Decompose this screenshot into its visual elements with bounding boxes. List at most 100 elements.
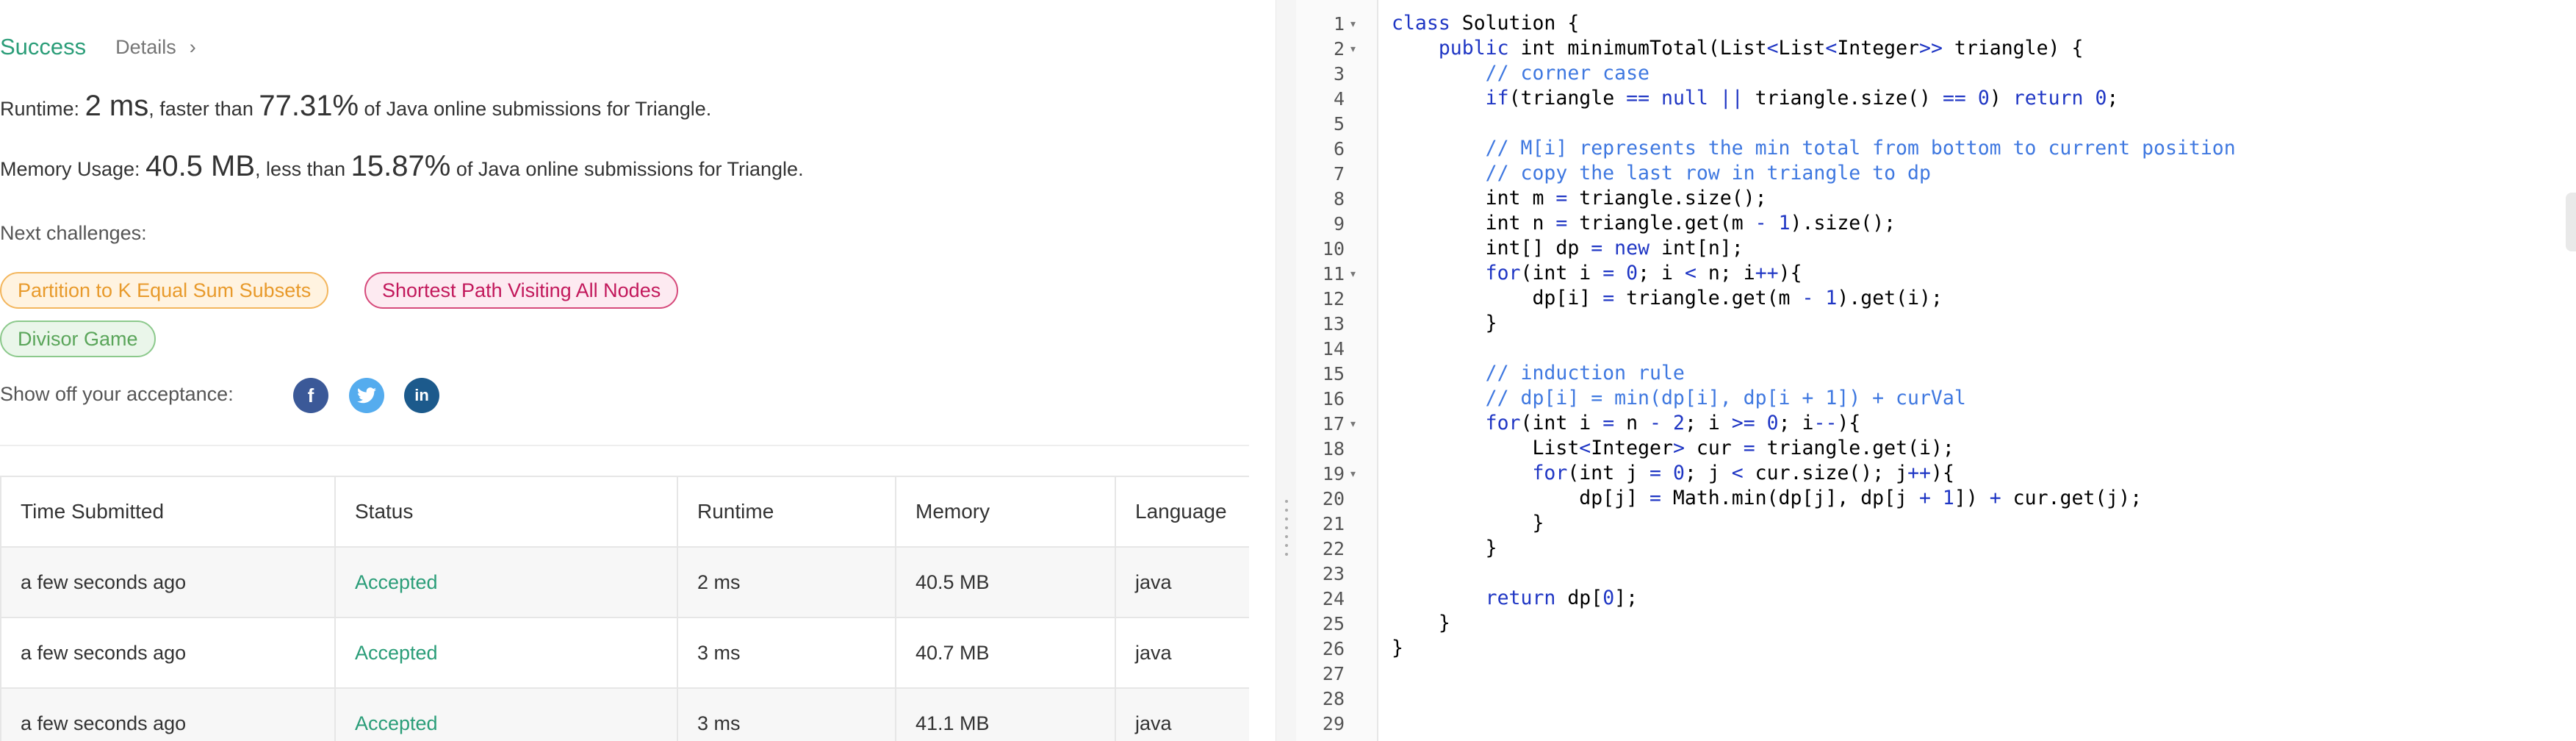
runtime-label: Runtime: [0, 98, 80, 120]
line-number-gutter: 1 ▾ 2 ▾ 3 4 5 6 7 8 9 10 11 ▾ 12 13 14 15 16 17 ▾ 18 19 ▾ 20 21 22… [1296, 0, 1378, 741]
fold-arrow-icon[interactable]: ▾ [1350, 468, 1356, 480]
code-line[interactable]: public int minimumTotal(List<List<Intege… [1392, 37, 2084, 60]
runtime-percent: 77.31% [259, 90, 359, 122]
submissions-table: Time Submitted Status Runtime Memory Lan… [0, 476, 1249, 741]
code-line[interactable]: // M[i] represents the min total from bo… [1392, 137, 2236, 160]
line-number: 14 [1322, 338, 1345, 359]
memory-stat: Memory Usage: 40.5 MB, less than 15.87% … [0, 150, 804, 183]
runtime-value: 2 ms [84, 90, 149, 122]
code-line[interactable]: for(int j = 0; j < cur.size(); j++){ [1392, 462, 1954, 484]
cell-status-link[interactable]: Accepted [336, 548, 678, 617]
code-line[interactable]: for(int i = 0; i < n; i++){ [1392, 262, 1802, 284]
code-line[interactable]: } [1392, 312, 1497, 334]
twitter-icon[interactable] [349, 378, 384, 413]
code-line[interactable]: } [1392, 537, 1497, 559]
line-number: 25 [1322, 613, 1345, 634]
line-number: 26 [1322, 638, 1345, 659]
runtime-stat: Runtime: 2 ms, faster than 77.31% of Jav… [0, 90, 711, 123]
line-number: 29 [1322, 713, 1345, 734]
code-line[interactable]: } [1392, 512, 1544, 534]
table-row: a few seconds ago Accepted 2 ms 40.5 MB … [1, 548, 1249, 618]
table-row: a few seconds ago Accepted 3 ms 41.1 MB … [1, 689, 1249, 741]
runtime-mid: , faster than [148, 98, 253, 120]
code-line[interactable]: // corner case [1392, 62, 1649, 85]
cell-runtime: 3 ms [678, 689, 896, 741]
cell-status-link[interactable]: Accepted [336, 689, 678, 741]
drag-dot [1285, 526, 1288, 529]
line-number: 3 [1333, 63, 1345, 85]
memory-mid: , less than [255, 158, 346, 180]
line-number: 1 [1333, 13, 1345, 35]
cell-memory: 40.5 MB [896, 548, 1116, 617]
code-line[interactable]: if(triangle == null || triangle.size() =… [1392, 87, 2119, 110]
code-line[interactable]: } [1392, 612, 1450, 634]
twitter-bird-glyph [357, 387, 376, 404]
line-number: 22 [1322, 538, 1345, 559]
line-number: 28 [1322, 688, 1345, 709]
challenge-tag-shortest-path[interactable]: Shortest Path Visiting All Nodes [364, 272, 679, 309]
code-line[interactable]: // copy the last row in triangle to dp [1392, 162, 1931, 185]
code-line[interactable]: int n = triangle.get(m - 1).size(); [1392, 212, 1896, 235]
line-number: 19 [1322, 463, 1345, 484]
line-number: 27 [1322, 663, 1345, 684]
code-line[interactable]: dp[i] = triangle.get(m - 1).get(i); [1392, 287, 1943, 309]
result-header: Success Details › [0, 32, 196, 62]
memory-suffix: of Java online submissions for Triangle. [456, 158, 804, 180]
challenge-tag-partition[interactable]: Partition to K Equal Sum Subsets [0, 272, 329, 309]
line-number: 7 [1333, 163, 1345, 185]
line-number: 5 [1333, 113, 1345, 135]
table-header-row: Time Submitted Status Runtime Memory Lan… [1, 477, 1249, 548]
fold-arrow-icon[interactable]: ▾ [1350, 43, 1356, 55]
side-panel-tab[interactable] [2566, 193, 2576, 251]
cell-language: java [1135, 641, 1172, 664]
memory-value: 40.5 MB [145, 150, 256, 182]
linkedin-icon[interactable]: in [404, 378, 439, 413]
chevron-right-icon[interactable]: › [190, 36, 196, 59]
cell-status-link[interactable]: Accepted [336, 618, 678, 687]
line-number: 17 [1322, 413, 1345, 434]
cell-memory: 40.7 MB [896, 618, 1116, 687]
panel-resize-handle[interactable] [1276, 0, 1298, 741]
cell-time: a few seconds ago [1, 548, 336, 617]
challenge-tag-divisor-game[interactable]: Divisor Game [0, 321, 156, 357]
col-header-time[interactable]: Time Submitted [1, 477, 336, 546]
line-number: 8 [1333, 188, 1345, 210]
code-line[interactable]: } [1392, 637, 1403, 659]
line-number: 2 [1333, 38, 1345, 60]
code-line[interactable]: return dp[0]; [1392, 587, 1638, 609]
fold-arrow-icon[interactable]: ▾ [1350, 268, 1356, 280]
col-header-runtime[interactable]: Runtime [678, 477, 896, 546]
code-line[interactable]: for(int i = n - 2; i >= 0; i--){ [1392, 412, 1861, 434]
code-line[interactable]: int[] dp = new int[n]; [1392, 237, 1744, 259]
col-header-status[interactable]: Status [336, 477, 678, 546]
line-number: 11 [1322, 263, 1345, 284]
fold-arrow-icon[interactable]: ▾ [1350, 18, 1356, 30]
line-number: 16 [1322, 388, 1345, 409]
line-number: 10 [1322, 238, 1345, 259]
fold-arrow-icon[interactable]: ▾ [1350, 418, 1356, 430]
memory-percent: 15.87% [350, 150, 451, 182]
line-number: 20 [1322, 488, 1345, 509]
code-line[interactable]: class Solution { [1392, 12, 1579, 35]
col-header-language[interactable]: Language [1116, 477, 1249, 546]
col-header-memory[interactable]: Memory [896, 477, 1116, 546]
code-line[interactable]: int m = triangle.size(); [1392, 187, 1767, 210]
details-link[interactable]: Details [115, 36, 176, 59]
divider [0, 445, 1249, 446]
line-number: 18 [1322, 438, 1345, 459]
drag-dot [1285, 518, 1288, 520]
cell-runtime: 2 ms [678, 548, 896, 617]
cell-runtime: 3 ms [678, 618, 896, 687]
code-line[interactable]: // induction rule [1392, 362, 1685, 384]
code-editor[interactable]: 1 ▾ 2 ▾ 3 4 5 6 7 8 9 10 11 ▾ 12 13 14 15 16 17 ▾ 18 19 ▾ 20 21 22… [1296, 0, 2576, 741]
code-line[interactable]: dp[j] = Math.min(dp[j], dp[j + 1]) + cur… [1392, 487, 2142, 509]
facebook-icon[interactable]: f [293, 378, 328, 413]
line-number: 6 [1333, 138, 1345, 160]
drag-dot [1285, 500, 1288, 503]
share-label: Show off your acceptance: [0, 383, 234, 405]
cell-time: a few seconds ago [1, 618, 336, 687]
cell-memory: 41.1 MB [896, 689, 1116, 741]
line-number: 23 [1322, 563, 1345, 584]
code-line[interactable]: List<Integer> cur = triangle.get(i); [1392, 437, 1954, 459]
code-line[interactable]: // dp[i] = min(dp[i], dp[i + 1]) + curVa… [1392, 387, 1966, 409]
